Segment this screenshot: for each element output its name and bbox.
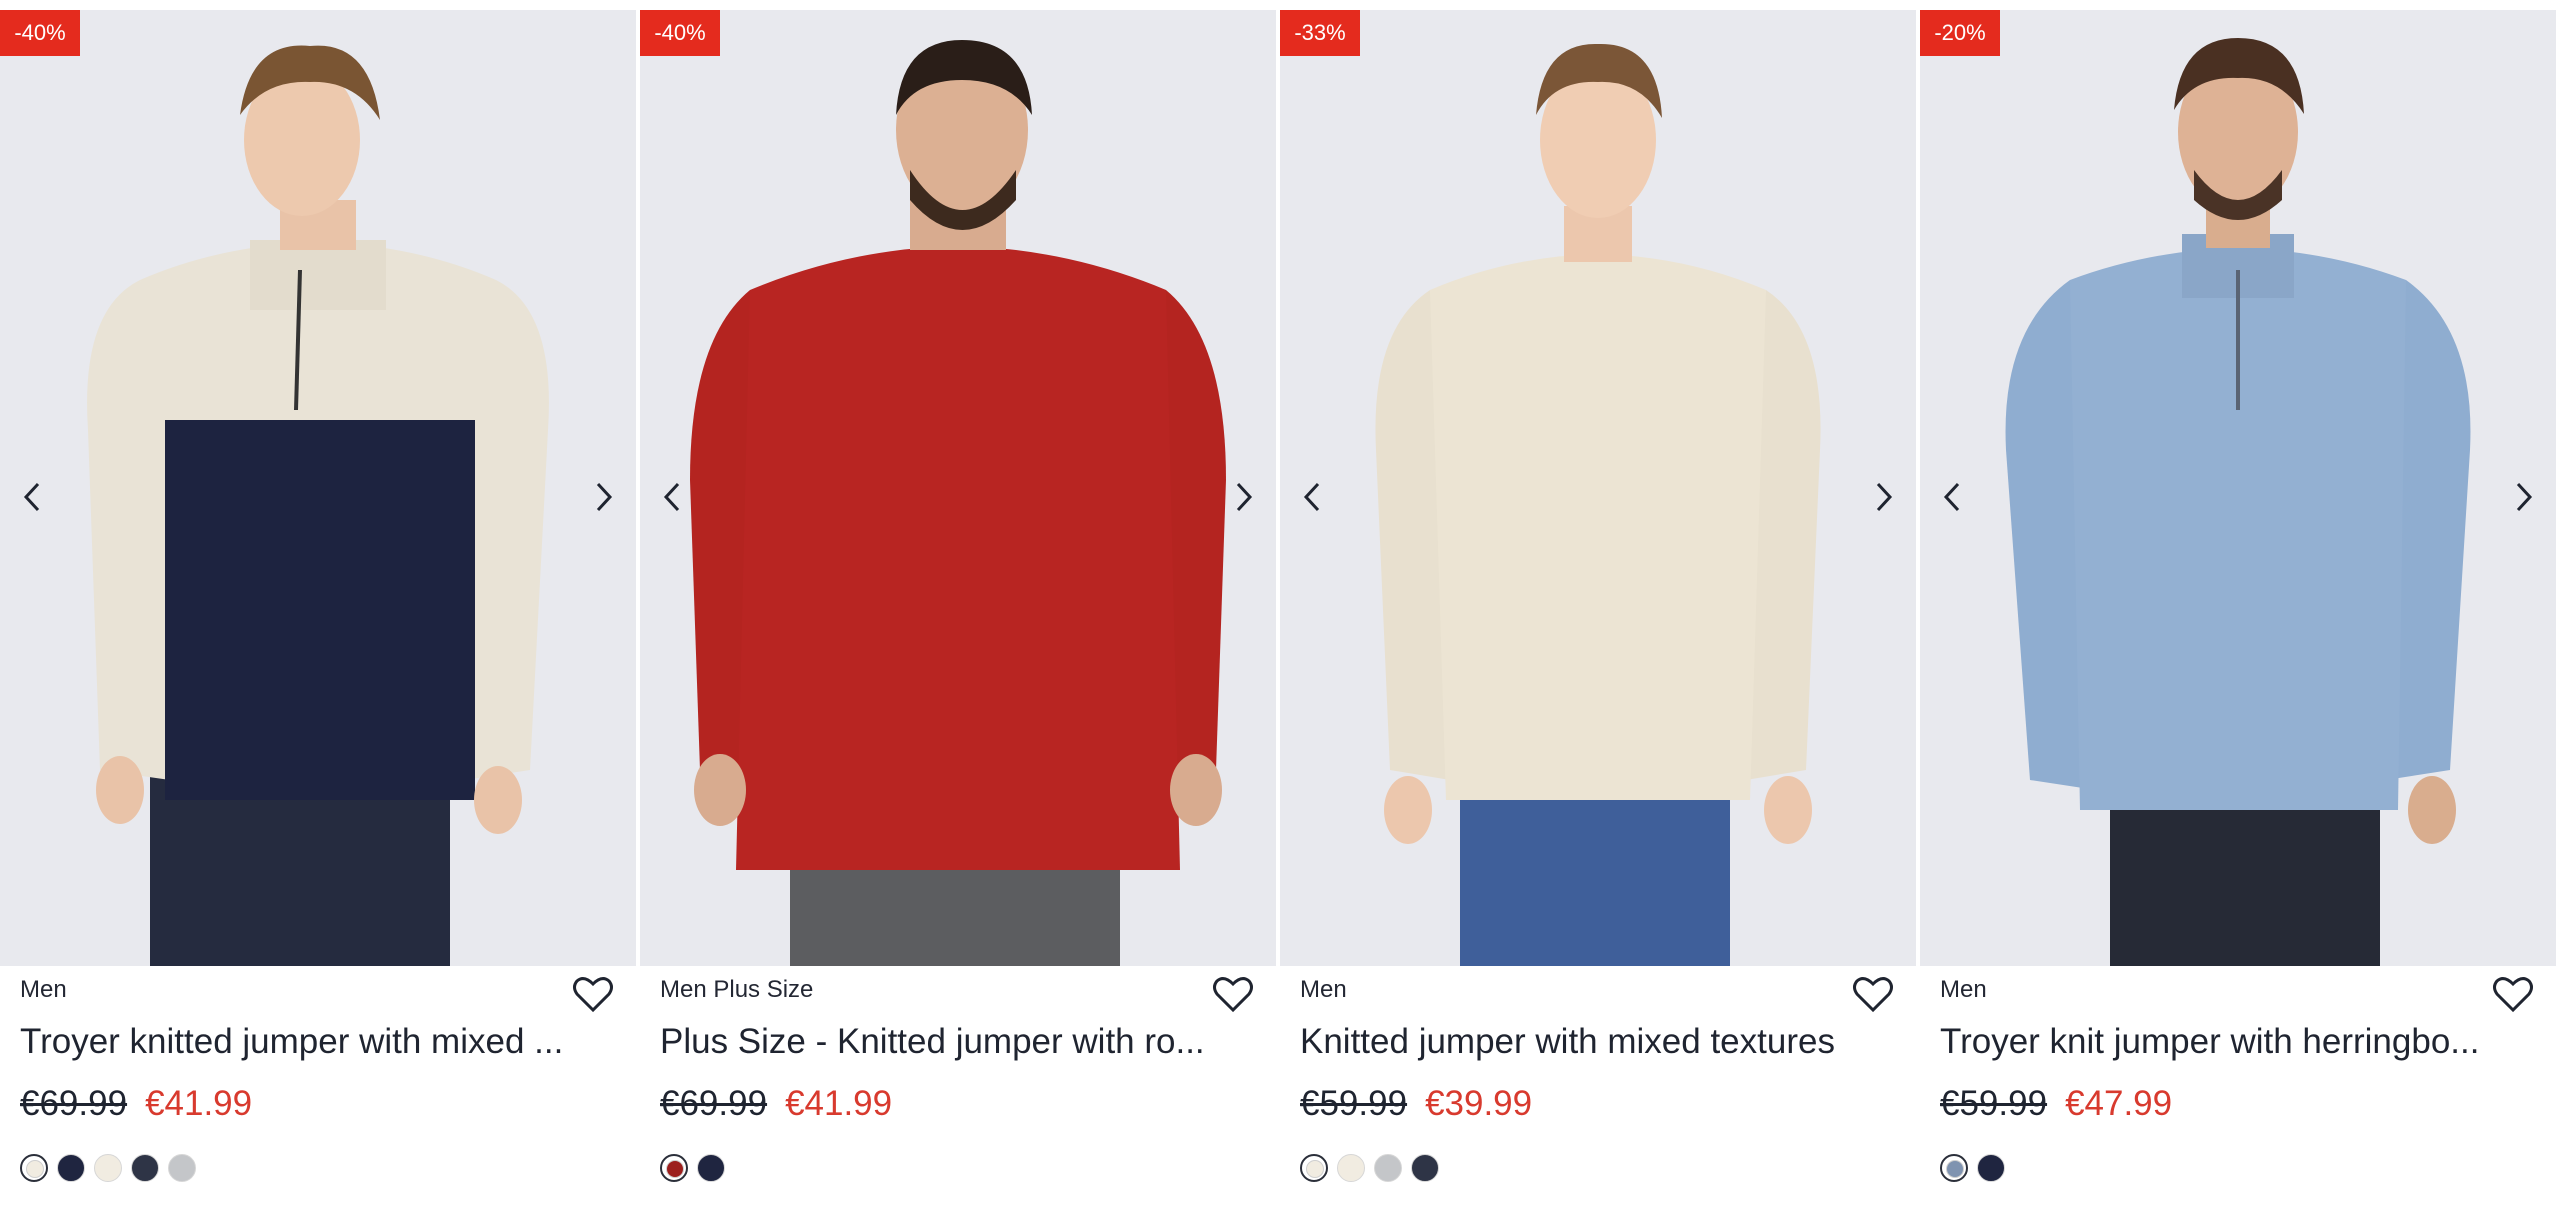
color-swatch[interactable] bbox=[20, 1154, 48, 1182]
swatch-dot bbox=[26, 1160, 44, 1178]
color-swatch[interactable] bbox=[1977, 1154, 2005, 1182]
swatch-dot bbox=[1946, 1160, 1964, 1178]
prev-image-button[interactable] bbox=[1292, 472, 1332, 522]
price-row: €69.99 €41.99 bbox=[660, 1084, 892, 1124]
product-photo bbox=[1375, 43, 1821, 966]
product-category: Men Plus Size bbox=[660, 976, 814, 1003]
wishlist-button[interactable] bbox=[1210, 972, 1256, 1016]
product-card[interactable]: -33% Men Knitted jumper with mixed textu… bbox=[1280, 0, 1920, 1209]
price-row: €69.99 €41.99 bbox=[20, 1084, 252, 1124]
chevron-right-icon bbox=[596, 482, 613, 512]
color-swatch[interactable] bbox=[131, 1154, 159, 1182]
next-image-button[interactable] bbox=[1864, 472, 1904, 522]
color-swatch[interactable] bbox=[1411, 1154, 1439, 1182]
product-card[interactable]: -40% Men Troyer knitted jumper with mixe… bbox=[0, 0, 640, 1209]
heart-outline-icon bbox=[2493, 977, 2533, 1013]
product-image[interactable]: -40% bbox=[640, 10, 1276, 966]
color-swatch[interactable] bbox=[1940, 1154, 1968, 1182]
discount-badge: -40% bbox=[0, 10, 80, 56]
product-image[interactable]: -40% bbox=[0, 10, 636, 966]
next-image-button[interactable] bbox=[1224, 472, 1264, 522]
next-image-button[interactable] bbox=[584, 472, 624, 522]
color-swatch[interactable] bbox=[697, 1154, 725, 1182]
color-swatches bbox=[1940, 1154, 2014, 1182]
product-card[interactable]: -40% Men Plus Size Plus Size - Knitted j… bbox=[640, 0, 1280, 1209]
heart-outline-icon bbox=[1853, 977, 1893, 1013]
heart-outline-icon bbox=[1213, 977, 1253, 1013]
product-category: Men bbox=[1300, 976, 1347, 1003]
chevron-right-icon bbox=[1876, 482, 1893, 512]
original-price: €59.99 bbox=[1940, 1084, 2048, 1123]
heart-outline-icon bbox=[573, 977, 613, 1013]
product-title[interactable]: Plus Size - Knitted jumper with ro... bbox=[660, 1022, 1220, 1062]
color-swatch[interactable] bbox=[94, 1154, 122, 1182]
color-swatch[interactable] bbox=[1300, 1154, 1328, 1182]
product-photo bbox=[690, 40, 1226, 966]
sale-price: €41.99 bbox=[785, 1084, 893, 1123]
product-photo bbox=[2005, 38, 2471, 966]
swatch-dot bbox=[666, 1160, 684, 1178]
prev-image-button[interactable] bbox=[12, 472, 52, 522]
color-swatch[interactable] bbox=[1337, 1154, 1365, 1182]
color-swatches bbox=[20, 1154, 205, 1182]
product-card[interactable]: -20% Men Troyer knit jumper with herring… bbox=[1920, 0, 2560, 1209]
chevron-left-icon bbox=[1303, 482, 1320, 512]
product-photo bbox=[87, 45, 549, 966]
product-category: Men bbox=[1940, 976, 1987, 1003]
wishlist-button[interactable] bbox=[2490, 972, 2536, 1016]
prev-image-button[interactable] bbox=[1932, 472, 1972, 522]
product-image[interactable]: -20% bbox=[1920, 10, 2556, 966]
discount-badge: -20% bbox=[1920, 10, 2000, 56]
original-price: €59.99 bbox=[1300, 1084, 1408, 1123]
product-grid: -40% Men Troyer knitted jumper with mixe… bbox=[0, 0, 2560, 1209]
product-title[interactable]: Knitted jumper with mixed textures bbox=[1300, 1022, 1860, 1062]
original-price: €69.99 bbox=[20, 1084, 128, 1123]
swatch-dot bbox=[1306, 1160, 1324, 1178]
product-image[interactable]: -33% bbox=[1280, 10, 1916, 966]
wishlist-button[interactable] bbox=[570, 972, 616, 1016]
discount-badge: -33% bbox=[1280, 10, 1360, 56]
chevron-right-icon bbox=[2516, 482, 2533, 512]
product-title[interactable]: Troyer knitted jumper with mixed ... bbox=[20, 1022, 580, 1062]
color-swatches bbox=[660, 1154, 734, 1182]
chevron-left-icon bbox=[663, 482, 680, 512]
discount-badge: -40% bbox=[640, 10, 720, 56]
chevron-left-icon bbox=[23, 482, 40, 512]
original-price: €69.99 bbox=[660, 1084, 768, 1123]
sale-price: €41.99 bbox=[145, 1084, 253, 1123]
price-row: €59.99 €47.99 bbox=[1940, 1084, 2172, 1124]
next-image-button[interactable] bbox=[2504, 472, 2544, 522]
chevron-left-icon bbox=[1943, 482, 1960, 512]
sale-price: €47.99 bbox=[2065, 1084, 2173, 1123]
product-category: Men bbox=[20, 976, 67, 1003]
color-swatch[interactable] bbox=[660, 1154, 688, 1182]
price-row: €59.99 €39.99 bbox=[1300, 1084, 1532, 1124]
sale-price: €39.99 bbox=[1425, 1084, 1533, 1123]
wishlist-button[interactable] bbox=[1850, 972, 1896, 1016]
color-swatch[interactable] bbox=[168, 1154, 196, 1182]
color-swatch[interactable] bbox=[1374, 1154, 1402, 1182]
chevron-right-icon bbox=[1236, 482, 1253, 512]
color-swatches bbox=[1300, 1154, 1448, 1182]
product-title[interactable]: Troyer knit jumper with herringbo... bbox=[1940, 1022, 2500, 1062]
color-swatch[interactable] bbox=[57, 1154, 85, 1182]
prev-image-button[interactable] bbox=[652, 472, 692, 522]
